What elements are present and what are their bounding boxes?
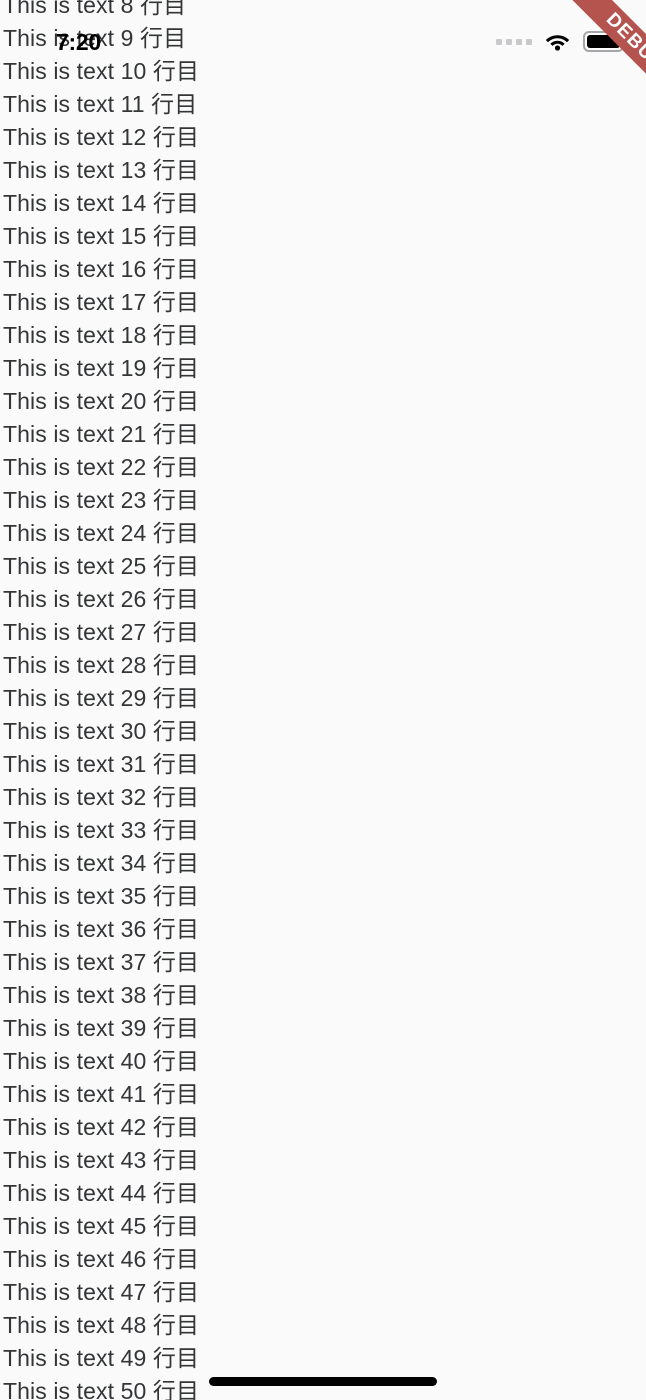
list-item: This is text 25 行目 [3,553,200,579]
list-item: This is text 17 行目 [3,289,200,315]
list-item: This is text 28 行目 [3,652,200,678]
list-item: This is text 49 行目 [3,1345,200,1371]
list-item: This is text 34 行目 [3,850,200,876]
list-item: This is text 26 行目 [3,586,200,612]
list-item: This is text 43 行目 [3,1147,200,1173]
scrollable-text-list[interactable]: This is text 8 行目 This is text 9 行目 This i… [0,0,646,1400]
list-item: This is text 31 行目 [3,751,200,777]
home-indicator [209,1377,437,1386]
list-item: This is text 32 行目 [3,784,200,810]
list-item: This is text 22 行目 [3,454,200,480]
list-item: This is text 18 行目 [3,322,200,348]
list-item: This is text 20 行目 [3,388,200,414]
list-item: This is text 35 行目 [3,883,200,909]
list-item: This is text 44 行目 [3,1180,200,1206]
list-item: This is text 46 行目 [3,1246,200,1272]
list-item: This is text 29 行目 [3,685,200,711]
list-item: This is text 12 行目 [3,124,200,150]
list-item: This is text 48 行目 [3,1312,200,1338]
list-item: This is text 41 行目 [3,1081,200,1107]
list-item: This is text 9 行目 [3,25,187,51]
list-item: This is text 42 行目 [3,1114,200,1140]
list-item: This is text 24 行目 [3,520,200,546]
list-item: This is text 23 行目 [3,487,200,513]
list-item: This is text 8 行目 [3,0,187,18]
list-item: This is text 10 行目 [3,58,200,84]
list-item: This is text 11 行目 [3,91,198,117]
list-item: This is text 38 行目 [3,982,200,1008]
list-item: This is text 47 行目 [3,1279,200,1305]
list-item: This is text 27 行目 [3,619,200,645]
list-item: This is text 21 行目 [3,421,200,447]
list-item: This is text 33 行目 [3,817,200,843]
list-item: This is text 45 行目 [3,1213,200,1239]
list-item: This is text 14 行目 [3,190,200,216]
list-item: This is text 15 行目 [3,223,200,249]
list-item: This is text 37 行目 [3,949,200,975]
list-item: This is text 19 行目 [3,355,200,381]
list-item: This is text 36 行目 [3,916,200,942]
list-item: This is text 39 行目 [3,1015,200,1041]
list-item: This is text 30 行目 [3,718,200,744]
list-item: This is text 16 行目 [3,256,200,282]
list-item: This is text 13 行目 [3,157,200,183]
list-item: This is text 40 行目 [3,1048,200,1074]
